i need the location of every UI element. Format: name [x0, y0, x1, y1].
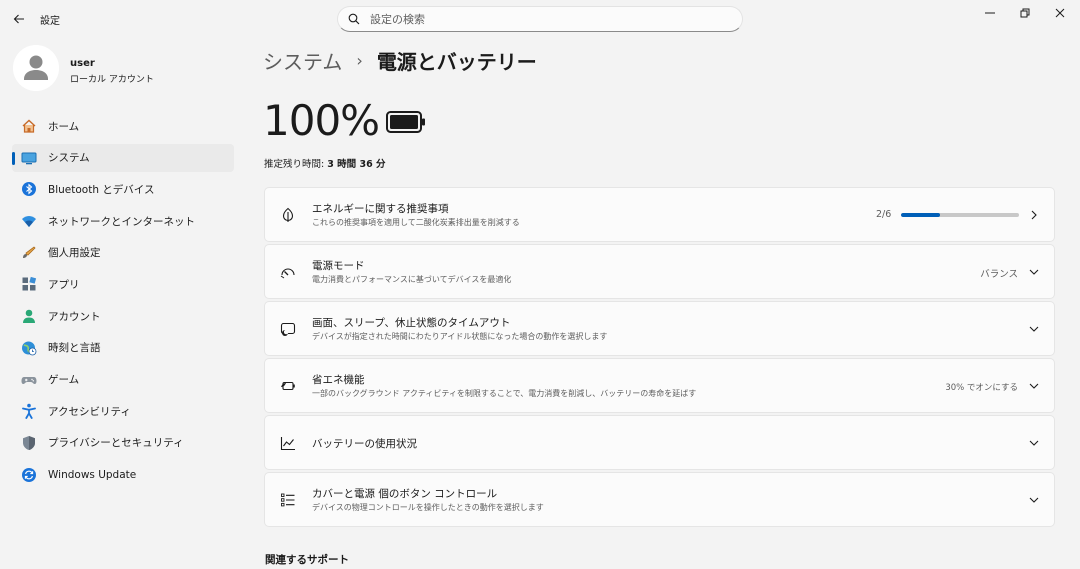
sidebar-item-personalization[interactable]: 個人用設定	[12, 239, 234, 267]
card-title: エネルギーに関する推奨事項	[312, 203, 449, 215]
sidebar-item-label: システム	[48, 152, 90, 165]
card-subtitle: 電力消費とパフォーマンスに基づいてデバイスを最適化	[312, 275, 512, 284]
sidebar-item-label: ホーム	[48, 120, 80, 133]
bluetooth-icon	[20, 180, 38, 198]
close-button[interactable]	[1042, 0, 1078, 26]
battery-full-icon	[386, 111, 425, 133]
card-title: 画面、スリープ、休止状態のタイムアウト	[312, 317, 511, 329]
card-subtitle: デバイスの物理コントロールを操作したときの動作を選択します	[312, 503, 544, 512]
recommendations-progress-bar	[901, 213, 1019, 217]
recommendations-progress-fill	[901, 213, 941, 217]
estimated-time-label: 推定残り時間:	[264, 159, 328, 170]
globe-clock-icon	[20, 339, 38, 357]
search-icon	[348, 12, 362, 26]
sidebar-nav: ホーム システム Bluetooth とデバイス ネットワークとインターネット …	[12, 112, 234, 492]
card-title: カバーと電源 個のボタン コントロール	[312, 488, 498, 500]
sidebar-item-label: Bluetooth とデバイス	[48, 183, 155, 196]
battery-usage-card[interactable]: バッテリーの使用状況	[264, 415, 1055, 470]
battery-saver-icon	[279, 377, 297, 395]
card-subtitle: これらの推奨事項を適用して二酸化炭素排出量を削減する	[312, 218, 520, 227]
user-card[interactable]: user ローカル アカウント	[13, 45, 233, 93]
update-icon	[20, 466, 38, 484]
apps-icon	[20, 275, 38, 293]
chevron-down-icon	[1028, 323, 1040, 335]
sidebar-item-home[interactable]: ホーム	[12, 112, 234, 140]
search-box[interactable]	[337, 6, 743, 32]
card-title: バッテリーの使用状況	[312, 438, 417, 450]
screen-sleep-timeout-card[interactable]: 画面、スリープ、休止状態のタイムアウト デバイスが指定された時間にわたりアイドル…	[264, 301, 1055, 356]
gamepad-icon	[20, 371, 38, 389]
battery-percentage: 100%	[263, 96, 380, 145]
system-icon	[20, 149, 38, 167]
sidebar-item-gaming[interactable]: ゲーム	[12, 366, 234, 394]
estimated-time: 推定残り時間: 3 時間 36 分	[264, 156, 386, 170]
accessibility-icon	[20, 402, 38, 420]
estimated-time-value: 3 時間 36 分	[327, 159, 386, 170]
close-icon	[1055, 8, 1065, 18]
wifi-icon	[20, 212, 38, 230]
sidebar-item-label: Windows Update	[48, 468, 137, 481]
arrow-left-icon	[13, 14, 24, 24]
restore-button[interactable]	[1007, 0, 1043, 26]
app-title: 設定	[40, 16, 60, 27]
search-input[interactable]	[370, 12, 730, 26]
card-title: 省エネ機能	[312, 374, 365, 386]
account-type: ローカル アカウント	[70, 75, 154, 85]
sidebar-item-accessibility[interactable]: アクセシビリティ	[12, 397, 234, 425]
energy-saver-threshold: 30% でオンにする	[945, 383, 1018, 393]
lid-power-buttons-card[interactable]: カバーと電源 個のボタン コントロール デバイスの物理コントロールを操作したとき…	[264, 472, 1055, 527]
chevron-down-icon	[1028, 380, 1040, 392]
chevron-right-icon	[1028, 209, 1040, 221]
screen-moon-icon	[279, 320, 297, 338]
home-icon	[20, 117, 38, 135]
sidebar-item-apps[interactable]: アプリ	[12, 270, 234, 298]
sidebar-item-windows-update[interactable]: Windows Update	[12, 461, 234, 489]
sidebar-item-accounts[interactable]: アカウント	[12, 302, 234, 330]
sidebar-item-label: 時刻と言語	[48, 342, 101, 355]
back-button[interactable]	[8, 8, 30, 30]
shield-icon	[20, 434, 38, 452]
list-controls-icon	[279, 491, 297, 509]
chevron-down-icon	[1028, 437, 1040, 449]
line-chart-icon	[279, 434, 297, 452]
sidebar-item-label: アプリ	[48, 278, 80, 291]
sidebar-item-privacy-security[interactable]: プライバシーとセキュリティ	[12, 429, 234, 457]
account-icon	[20, 307, 38, 325]
speedometer-icon	[279, 263, 297, 281]
energy-saver-card[interactable]: 省エネ機能 一部のバックグラウンド アクティビティを制限することで、電力消費を削…	[264, 358, 1055, 413]
user-name: user	[70, 58, 95, 69]
sidebar-item-label: アクセシビリティ	[48, 405, 131, 418]
energy-recommendations-card[interactable]: エネルギーに関する推奨事項 これらの推奨事項を適用して二酸化炭素排出量を削減する…	[264, 187, 1055, 242]
breadcrumb-parent[interactable]: システム	[263, 46, 342, 75]
power-mode-dropdown[interactable]: バランス	[980, 266, 1018, 280]
restore-icon	[1020, 8, 1030, 18]
chevron-down-icon	[1028, 494, 1040, 506]
sidebar-item-label: プライバシーとセキュリティ	[48, 437, 184, 450]
page-title: 電源とバッテリー	[376, 50, 537, 74]
user-avatar-icon	[13, 45, 59, 91]
sidebar-item-system[interactable]: システム	[12, 143, 234, 172]
title-bar: 設定	[0, 0, 1080, 38]
leaf-icon	[279, 206, 297, 224]
breadcrumb: システム › 電源とバッテリー	[263, 46, 537, 75]
sidebar-item-label: 個人用設定	[48, 247, 101, 260]
card-subtitle: 一部のバックグラウンド アクティビティを制限することで、電力消費を削減し、バッテ…	[312, 389, 697, 398]
minimize-button[interactable]	[972, 0, 1008, 26]
sidebar-item-label: ネットワークとインターネット	[48, 215, 195, 228]
sidebar-item-label: ゲーム	[48, 374, 80, 386]
sidebar-item-bluetooth[interactable]: Bluetooth とデバイス	[12, 175, 234, 203]
card-subtitle: デバイスが指定された時間にわたりアイドル状態になった場合の動作を選択します	[312, 332, 608, 341]
brush-icon	[20, 244, 38, 262]
card-title: 電源モード	[312, 260, 365, 272]
chevron-down-icon	[1028, 266, 1040, 278]
sidebar-item-network[interactable]: ネットワークとインターネット	[12, 207, 234, 235]
breadcrumb-separator: ›	[356, 51, 363, 70]
power-mode-card[interactable]: 電源モード 電力消費とパフォーマンスに基づいてデバイスを最適化 バランス	[264, 244, 1055, 299]
sidebar-item-label: アカウント	[48, 310, 101, 323]
sidebar-item-time-language[interactable]: 時刻と言語	[12, 334, 234, 362]
recommendations-progress-text: 2/6	[876, 209, 892, 220]
minimize-icon	[985, 12, 995, 14]
avatar	[13, 45, 59, 91]
related-support-heading: 関連するサポート	[265, 554, 349, 566]
